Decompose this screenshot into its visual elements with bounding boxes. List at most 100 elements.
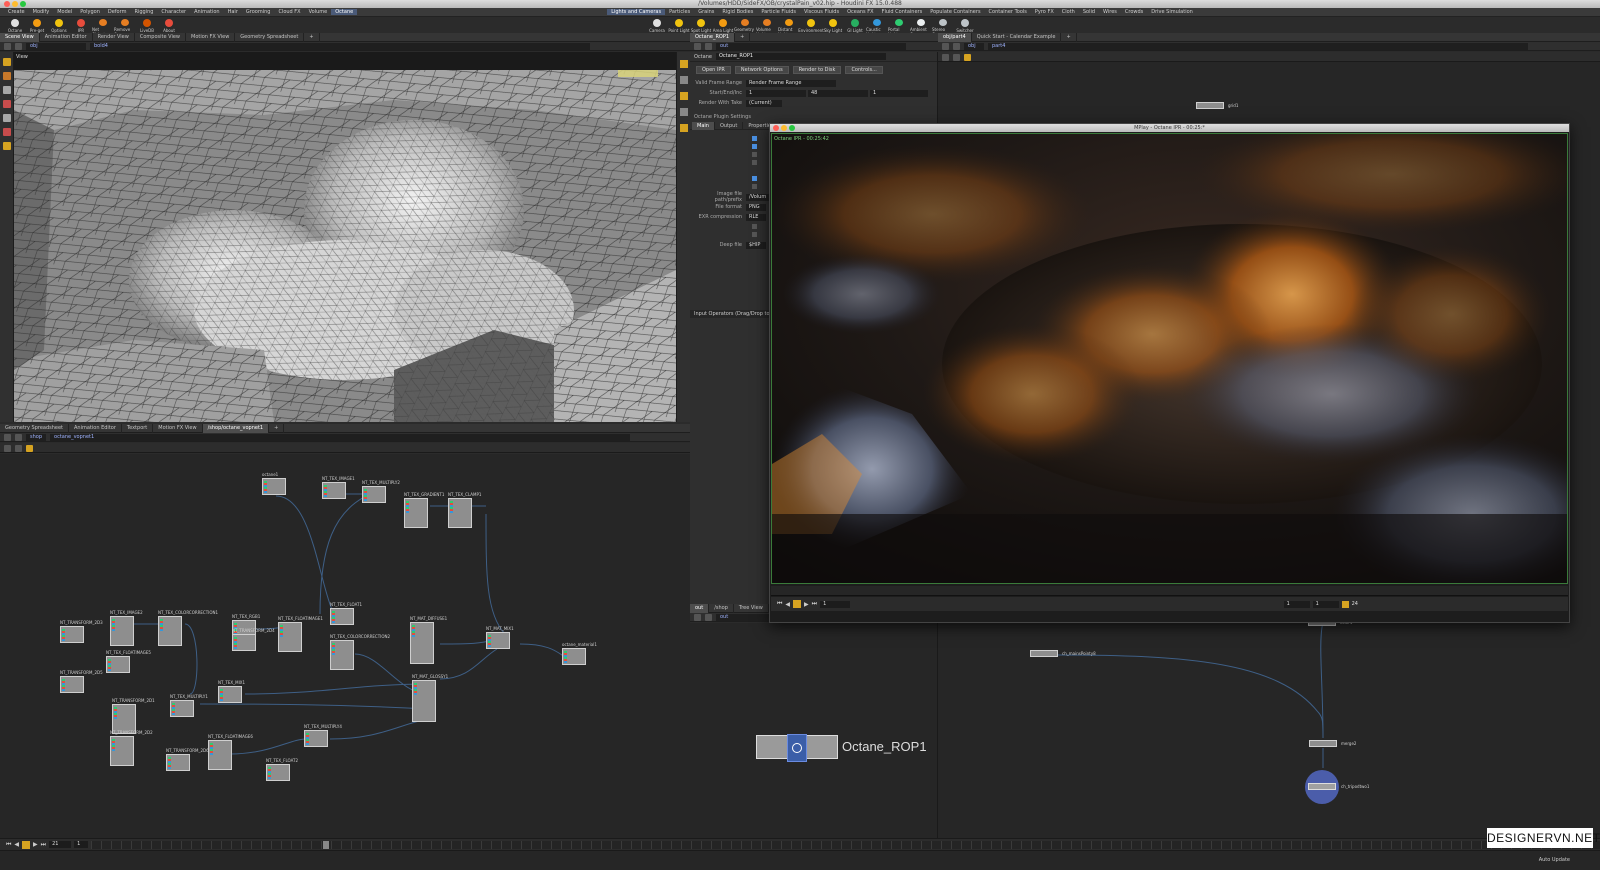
shelf-tab-rigid-bodies[interactable]: Rigid Bodies	[718, 9, 757, 15]
pane-tab-tree-view[interactable]: Tree View	[734, 603, 769, 613]
sticky-note-icon[interactable]	[963, 54, 971, 61]
add-tab-icon[interactable]: +	[269, 423, 285, 433]
right-path-field[interactable]: obj	[964, 42, 984, 50]
shelf-tab-pyro-fx[interactable]: Pyro FX	[1031, 9, 1058, 15]
node-nt-tex-multiply4[interactable]	[304, 730, 328, 747]
forward-icon[interactable]	[15, 433, 22, 441]
last-frame-icon[interactable]: ⏭	[41, 841, 46, 849]
checkbox[interactable]	[752, 224, 757, 229]
node-nt-transform-2d4[interactable]	[232, 634, 256, 651]
node-nt-tex-image2[interactable]	[110, 616, 134, 646]
back-icon[interactable]	[694, 42, 701, 50]
add-tab-icon[interactable]: +	[735, 32, 751, 42]
mplay-first-frame-icon[interactable]: ⏮	[777, 600, 782, 608]
out-network-editor[interactable]: Octane_ROP1	[690, 623, 938, 838]
exr-compression-select[interactable]: RLE	[746, 213, 766, 221]
pane-tab-geometry-spreadsheet[interactable]: Geometry Spreadsheet	[0, 423, 70, 433]
checkbox[interactable]	[752, 176, 757, 181]
render-to-disk-button[interactable]: Render to Disk	[792, 66, 842, 74]
shop-node-field[interactable]: octane_vopnet1	[50, 433, 631, 441]
mplay-minimize-icon[interactable]	[781, 125, 787, 131]
left-node-field[interactable]: bold4	[90, 42, 590, 50]
mplay-timeline-strip[interactable]	[771, 586, 1568, 596]
current-frame-field[interactable]: 21	[49, 841, 72, 848]
shelf-tab-wires[interactable]: Wires	[1099, 9, 1121, 15]
shop-path-field[interactable]: shop	[26, 433, 47, 441]
forward-icon[interactable]	[953, 42, 960, 50]
back-icon[interactable]	[4, 42, 11, 50]
mplay-step-back-icon[interactable]: ◀	[785, 601, 790, 608]
node-nt-mat-mix1[interactable]	[486, 632, 510, 649]
node-ch-tripodtwo1[interactable]	[1305, 770, 1339, 804]
node-nt-mat-glossy1[interactable]	[412, 680, 436, 722]
node-nt-transform-2d6[interactable]	[166, 754, 190, 771]
checkbox[interactable]	[752, 184, 757, 189]
shelf-tab-lights-and-cameras[interactable]: Lights and Cameras	[607, 9, 666, 15]
view-tool-icon[interactable]	[3, 142, 11, 150]
mid-path-field[interactable]: out	[716, 42, 906, 50]
shading-icon[interactable]	[680, 76, 688, 84]
shelf-tab-viscous-fluids[interactable]: Viscous Fluids	[800, 9, 843, 15]
pane-tab-octane-rop1[interactable]: Octane_ROP1	[690, 32, 736, 42]
handle-tool-icon[interactable]	[3, 128, 11, 136]
mplay-stop-icon[interactable]	[793, 600, 802, 608]
pane-tab-animation-editor[interactable]: Animation Editor	[40, 32, 93, 42]
step-back-icon[interactable]: ◀	[14, 841, 19, 848]
pane-tab-textport[interactable]: Textport	[122, 423, 154, 433]
node-nt-transform-2d2[interactable]	[110, 736, 134, 766]
checkbox[interactable]	[752, 136, 757, 141]
scene-viewport[interactable]: View	[14, 52, 676, 422]
file-format-select[interactable]: PNG	[746, 203, 766, 211]
shelf-tab-oceans-fx[interactable]: Oceans FX	[843, 9, 878, 15]
start-frame-field[interactable]: 1	[74, 841, 89, 848]
tile-view-icon[interactable]	[952, 54, 960, 61]
checkbox[interactable]	[752, 232, 757, 237]
node-merge2[interactable]	[1309, 740, 1337, 747]
node-octane-material1[interactable]	[562, 648, 586, 665]
shelf-tab-grooming[interactable]: Grooming	[242, 9, 275, 15]
shelf-tab-animation[interactable]: Animation	[190, 9, 224, 15]
pane-tab-geometry-spreadsheet[interactable]: Geometry Spreadsheet	[235, 32, 305, 42]
scale-tool-icon[interactable]	[3, 100, 11, 108]
mplay-realtime-icon[interactable]	[1341, 600, 1349, 608]
forward-icon[interactable]	[705, 42, 712, 50]
checkbox[interactable]	[752, 144, 757, 149]
shelf-tab-rigging[interactable]: Rigging	[130, 9, 157, 15]
move-tool-icon[interactable]	[3, 72, 11, 80]
back-icon[interactable]	[4, 433, 11, 441]
rotate-tool-icon[interactable]	[3, 86, 11, 94]
select-tool-icon[interactable]	[3, 58, 11, 66]
shelf-tab-drive-simulation[interactable]: Drive Simulation	[1147, 9, 1197, 15]
shelf-tab-deform[interactable]: Deform	[104, 9, 131, 15]
node-nt-transform-2d5[interactable]	[60, 676, 84, 693]
checkbox[interactable]	[752, 152, 757, 157]
pane-tab-render-view[interactable]: Render View	[93, 32, 135, 42]
settings-tab-main[interactable]: Main	[692, 122, 715, 130]
list-view-icon[interactable]	[4, 445, 11, 452]
pane-tab-motion-fx-view[interactable]: Motion FX View	[153, 423, 203, 433]
end-frame-field[interactable]: 48	[808, 89, 868, 97]
mplay-end-field[interactable]: 1	[1312, 600, 1339, 608]
shelf-tab-populate-containers[interactable]: Populate Containers	[926, 9, 984, 15]
shelf-tab-particles[interactable]: Particles	[665, 9, 694, 15]
pane-tab-composite-view[interactable]: Composite View	[135, 32, 186, 42]
display-options-icon[interactable]	[680, 60, 688, 68]
node-nt-tex-floatimage6[interactable]	[208, 740, 232, 770]
node-name-field[interactable]: Octane_ROP1	[715, 53, 886, 60]
image-file-field[interactable]: /Volum	[746, 193, 770, 201]
pane-tab-scene-view[interactable]: Scene View	[0, 32, 40, 42]
shelf-tab-particle-fluids[interactable]: Particle Fluids	[757, 9, 800, 15]
forward-icon[interactable]	[705, 613, 712, 621]
shelf-tab-polygon[interactable]: Polygon	[76, 9, 104, 15]
node-nt-transform-2d3[interactable]	[60, 626, 84, 643]
node-nt-tex-mix1[interactable]	[218, 686, 242, 703]
back-icon[interactable]	[942, 42, 949, 50]
timeline-scrubber[interactable]	[91, 840, 1600, 849]
pane-tab--shop-octane-vopnet1[interactable]: /shop/octane_vopnet1	[202, 423, 270, 433]
node-nt-mat-diffuse1[interactable]	[410, 622, 434, 664]
shelf-tab-container-tools[interactable]: Container Tools	[985, 9, 1031, 15]
checkbox[interactable]	[752, 160, 757, 165]
shelf-tab-grains[interactable]: Grains	[694, 9, 718, 15]
shelf-tab-volume[interactable]: Volume	[305, 9, 332, 15]
timeline-playhead[interactable]	[323, 840, 330, 849]
